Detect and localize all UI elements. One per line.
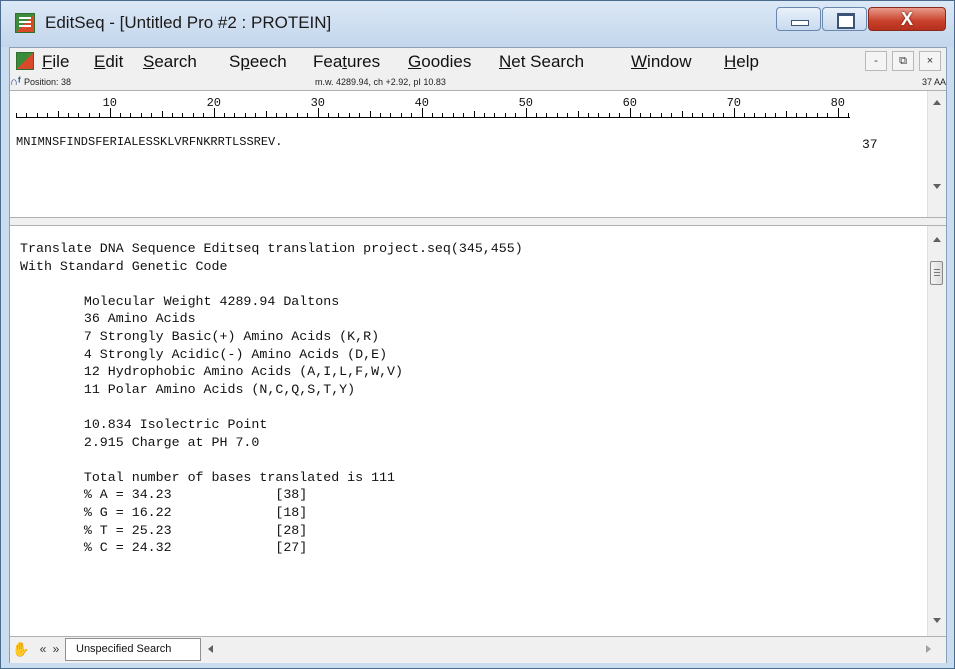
scroll-down-icon[interactable] [933, 184, 941, 189]
menu-item[interactable]: Search [143, 52, 197, 72]
scroll-thumb[interactable] [930, 261, 943, 285]
molecular-stats: m.w. 4289.94, ch +2.92, pI 10.83 [315, 77, 446, 87]
ruler-tick [837, 108, 839, 117]
close-icon: X [900, 9, 913, 29]
report-line: Total number of bases translated is 111 [20, 469, 396, 485]
report-line: 7 Strongly Basic(+) Amino Acids (K,R) [20, 328, 380, 344]
pane-splitter[interactable] [10, 217, 946, 226]
report-line: Translate DNA Sequence Editseq translati… [20, 241, 523, 256]
menu-item[interactable]: Net Search [499, 52, 584, 72]
scroll-down-icon[interactable] [933, 618, 941, 623]
minimize-icon [791, 20, 809, 26]
menu-item[interactable]: Speech [229, 52, 287, 72]
doc-close-button[interactable]: × [919, 51, 941, 71]
report-line: % A = 34.23 [38] [20, 487, 308, 503]
scroll-right-icon[interactable] [926, 645, 931, 653]
ruler-tick [733, 108, 735, 117]
report-line: 10.834 Isolectric Point [20, 416, 268, 432]
menu-item[interactable]: Help [724, 52, 759, 72]
report-line [20, 275, 523, 293]
ruler-tick [421, 108, 423, 117]
report-line: 2.915 Charge at PH 7.0 [20, 434, 260, 450]
previous-button[interactable]: « [36, 639, 50, 659]
position-readout: Position: 38 [24, 77, 72, 87]
menu-bar: File Edit Search Speech Features Goodies Net S… [10, 48, 946, 75]
report-pane[interactable]: Translate DNA Sequence Editseq translati… [10, 226, 946, 636]
ruler-tick [317, 108, 319, 117]
report-line: 11 Polar Amino Acids (N,C,Q,S,T,Y) [20, 381, 356, 397]
menu-item[interactable]: Features [313, 52, 380, 72]
doc-restore-button[interactable]: ⧉ [892, 51, 914, 71]
sequence-ruler: 10 20 30 40 50 60 70 80 [10, 91, 928, 119]
report-line [20, 451, 523, 469]
editseq-app-icon[interactable] [15, 13, 35, 33]
maximize-button[interactable] [822, 7, 867, 31]
report-scrollbar[interactable] [927, 226, 946, 636]
protein-sequence[interactable]: MNIMNSFINDSFERIALESSKLVRFNKRRTLSSREV. [16, 135, 282, 149]
scroll-left-icon[interactable] [208, 645, 213, 653]
sequence-count: 37 [862, 137, 878, 152]
report-line: % T = 25.23 [28] [20, 522, 308, 538]
sequence-icon: ∩ᶠ [10, 76, 21, 88]
ruler-tick [109, 108, 111, 117]
sequence-length: 37 AA [921, 77, 946, 87]
report-line: 12 Hydrophobic Amino Acids (A,I,L,F,W,V) [20, 364, 404, 380]
next-button[interactable]: » [49, 639, 63, 659]
window-title: EditSeq - [Untitled Pro #2 : PROTEIN] [45, 13, 332, 32]
close-button[interactable]: X [868, 7, 946, 31]
menu-item[interactable]: Window [631, 52, 691, 72]
report-line: 36 Amino Acids [20, 311, 196, 327]
report-line: % C = 24.32 [27] [20, 540, 308, 556]
report-line: 4 Strongly Acidic(-) Amino Acids (D,E) [20, 346, 388, 362]
ruler-tick [525, 108, 527, 117]
report-line: % G = 16.22 [18] [20, 504, 308, 520]
maximize-icon [837, 13, 855, 29]
search-tab[interactable]: Unspecified Search [65, 638, 201, 661]
editseq-window: EditSeq - [Untitled Pro #2 : PROTEIN] X … [0, 0, 955, 669]
ruler-baseline [16, 117, 850, 118]
doc-minimize-button[interactable]: - [865, 51, 887, 71]
document-area: File Edit Search Speech Features Goodies Net S… [9, 47, 947, 663]
minimize-button[interactable] [776, 7, 821, 31]
menu-item[interactable]: File [42, 52, 69, 72]
title-bar[interactable]: EditSeq - [Untitled Pro #2 : PROTEIN] X [1, 1, 954, 47]
ruler-tick [213, 108, 215, 117]
menu-item[interactable]: Goodies [408, 52, 471, 72]
sequence-pane[interactable]: 10 20 30 40 50 60 70 80 MNIMNSFINDSFERIALESSKLV… [10, 90, 946, 218]
status-strip: ∩ᶠ Position: 38 m.w. 4289.94, ch +2.92, … [10, 76, 946, 90]
scroll-up-icon[interactable] [933, 237, 941, 242]
report-line: Molecular Weight 4289.94 Daltons [20, 293, 340, 309]
document-icon[interactable] [16, 52, 34, 70]
translation-report[interactable]: Translate DNA Sequence Editseq translati… [20, 240, 523, 557]
report-line [20, 398, 523, 416]
ruler-tick [629, 108, 631, 117]
report-line: With Standard Genetic Code [20, 258, 228, 274]
menu-item[interactable]: Edit [94, 52, 123, 72]
search-bar: ✋ « » Unspecified Search [10, 636, 946, 663]
hand-tool-icon[interactable]: ✋ [12, 640, 34, 658]
sequence-scrollbar[interactable] [927, 91, 946, 218]
scroll-up-icon[interactable] [933, 100, 941, 105]
